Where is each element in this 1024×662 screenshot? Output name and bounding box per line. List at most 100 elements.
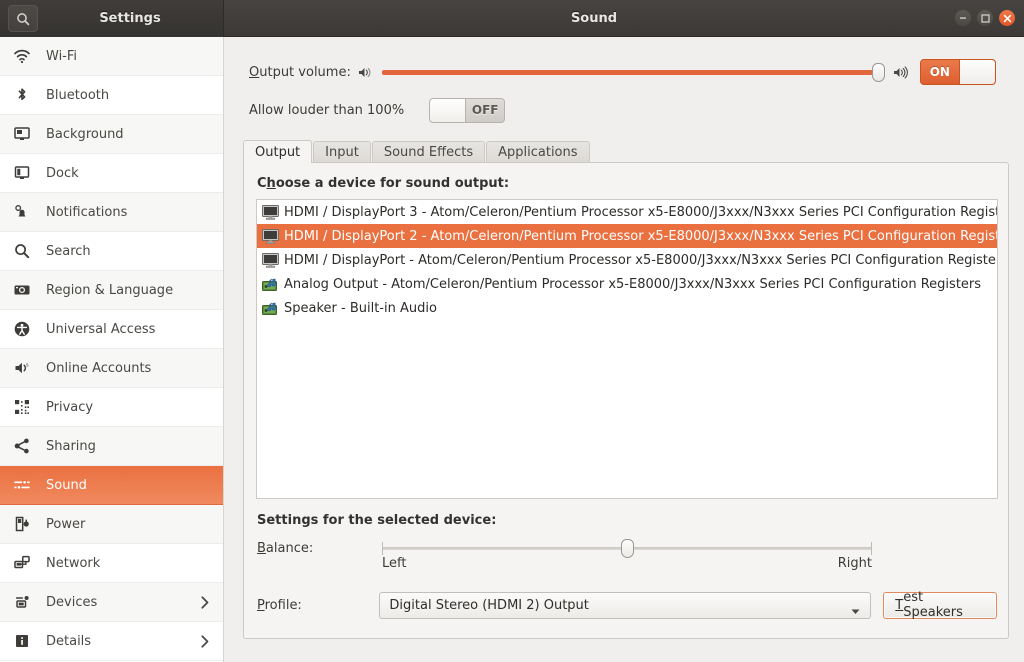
sidebar-item-label: Bluetooth [46, 87, 110, 103]
close-button[interactable] [999, 10, 1015, 26]
speaker-max-icon [893, 65, 908, 79]
profile-mnemonic: P [257, 597, 265, 613]
monitor-icon [260, 202, 280, 222]
sidebar-item-region-language[interactable]: Region & Language [0, 271, 223, 310]
balance-left-label: Left [382, 556, 407, 571]
profile-row: Profile: Digital Stereo (HDMI 2) Output … [257, 590, 997, 620]
device-list-item[interactable]: Analog Output - Atom/Celeron/Pentium Pro… [257, 272, 997, 296]
sidebar-item-label: Devices [46, 594, 98, 610]
close-icon [1003, 14, 1012, 23]
output-volume-toggle[interactable]: ON [919, 59, 996, 85]
titlebar: Settings Sound [0, 0, 1024, 37]
device-name: HDMI / DisplayPort 2 - Atom/Celeron/Pent… [284, 228, 997, 244]
region-language-icon [13, 280, 37, 300]
output-volume-slider-handle[interactable] [871, 62, 885, 82]
sound-icon [13, 475, 37, 495]
balance-slider[interactable] [382, 538, 872, 558]
monitor-icon [260, 226, 280, 246]
background-icon [13, 124, 37, 144]
tab-label: Output [255, 144, 301, 160]
sidebar-item-wi-fi[interactable]: Wi-Fi [0, 37, 223, 76]
sidebar-item-label: Dock [46, 165, 79, 181]
output-volume-slider[interactable] [381, 62, 885, 82]
device-list-item[interactable]: HDMI / DisplayPort 3 - Atom/Celeron/Pent… [257, 200, 997, 224]
allow-louder-row: Allow louder than 100% OFF [249, 97, 1009, 123]
sidebar-item-search[interactable]: Search [0, 232, 223, 271]
tab-sound-effects[interactable]: Sound Effects [371, 141, 486, 163]
choose-device-label-post: oose a device for sound output: [275, 176, 510, 191]
sidebar-item-label: Sound [46, 477, 87, 493]
device-list-item[interactable]: Speaker - Built-in Audio [257, 296, 997, 320]
chevron-right-icon [201, 595, 209, 609]
selected-device-heading: Settings for the selected device: [257, 513, 497, 528]
sidebar-item-label: Notifications [46, 204, 128, 220]
settings-title: Settings [99, 11, 161, 26]
sidebar-item-bluetooth[interactable]: Bluetooth [0, 76, 223, 115]
balance-track-right-end [871, 542, 872, 555]
devices-icon [13, 592, 37, 612]
balance-endpoint-labels: Left Right [382, 556, 872, 571]
test-speakers-mnemonic: T [895, 597, 904, 613]
monitor-icon [260, 250, 280, 270]
sidebar-item-details[interactable]: Details [0, 622, 223, 661]
output-volume-toggle-label: ON [920, 60, 959, 84]
tab-applications[interactable]: Applications [486, 141, 590, 163]
output-tab-panel: Choose a device for sound output: HDMI /… [243, 162, 1009, 639]
output-volume-label: Output volume: [249, 65, 351, 80]
sidebar-item-sharing[interactable]: Sharing [0, 427, 223, 466]
sidebar-item-label: Sharing [46, 438, 96, 454]
sidebar-item-label: Privacy [46, 399, 94, 415]
sidebar-item-dock[interactable]: Dock [0, 154, 223, 193]
speaker-icon [358, 66, 373, 79]
window-buttons [955, 10, 1015, 26]
sidebar-item-network[interactable]: Network [0, 544, 223, 583]
device-name: HDMI / DisplayPort - Atom/Celeron/Pentiu… [284, 252, 997, 268]
allow-louder-toggle-knob[interactable] [430, 98, 467, 122]
audio-card-icon [260, 298, 280, 318]
balance-label-rest: alance: [265, 540, 314, 556]
sidebar-item-privacy[interactable]: Privacy [0, 388, 223, 427]
output-device-list[interactable]: HDMI / DisplayPort 3 - Atom/Celeron/Pent… [256, 199, 998, 499]
minimize-button[interactable] [955, 10, 971, 26]
profile-combobox[interactable]: Digital Stereo (HDMI 2) Output [379, 591, 872, 619]
dock-icon [13, 163, 37, 183]
sidebar-item-notifications[interactable]: Notifications [0, 193, 223, 232]
output-volume-mnemonic: O [249, 64, 260, 80]
output-volume-toggle-knob[interactable] [958, 60, 995, 84]
device-list-item[interactable]: HDMI / DisplayPort 2 - Atom/Celeron/Pent… [257, 224, 997, 248]
universal-access-icon [13, 319, 37, 339]
choose-device-label: Choose a device for sound output: [257, 176, 509, 191]
power-icon [13, 514, 37, 534]
network-icon [13, 553, 37, 573]
choose-device-mnemonic: h [266, 176, 276, 191]
sidebar-item-devices[interactable]: Devices [0, 583, 223, 622]
search-icon [16, 12, 30, 26]
sound-tabs: Output Input Sound Effects Applications [243, 140, 1009, 163]
search-button[interactable] [8, 5, 38, 32]
sidebar-item-label: Wi-Fi [46, 48, 78, 64]
balance-mnemonic: B [257, 540, 266, 556]
sidebar-item-label: Region & Language [46, 282, 174, 298]
chevron-right-icon [201, 634, 209, 648]
sidebar: Wi-Fi Bluetooth Background Dock Notification… [0, 37, 224, 662]
test-speakers-button[interactable]: Test Speakers [883, 590, 997, 620]
tab-output[interactable]: Output [243, 140, 313, 163]
sidebar-item-power[interactable]: Power [0, 505, 223, 544]
output-volume-row: Output volume: ON [249, 59, 1009, 85]
sidebar-item-sound[interactable]: Sound [0, 466, 223, 505]
device-name: Analog Output - Atom/Celeron/Pentium Pro… [284, 276, 982, 292]
tab-label: Sound Effects [383, 145, 474, 160]
sidebar-item-universal-access[interactable]: Universal Access [0, 310, 223, 349]
maximize-button[interactable] [977, 10, 993, 26]
sidebar-item-online-accounts[interactable]: s Online Accounts [0, 349, 223, 388]
sidebar-item-label: Power [46, 516, 86, 532]
device-list-item[interactable]: HDMI / DisplayPort - Atom/Celeron/Pentiu… [257, 248, 997, 272]
sidebar-item-background[interactable]: Background [0, 115, 223, 154]
test-speakers-label-rest: est Speakers [903, 590, 963, 620]
profile-label: Profile: [257, 598, 379, 613]
allow-louder-toggle-label: OFF [466, 98, 505, 122]
sidebar-item-label: Details [46, 633, 92, 649]
tab-input[interactable]: Input [313, 141, 371, 163]
allow-louder-toggle[interactable]: OFF [429, 97, 506, 123]
search-icon [13, 241, 37, 261]
